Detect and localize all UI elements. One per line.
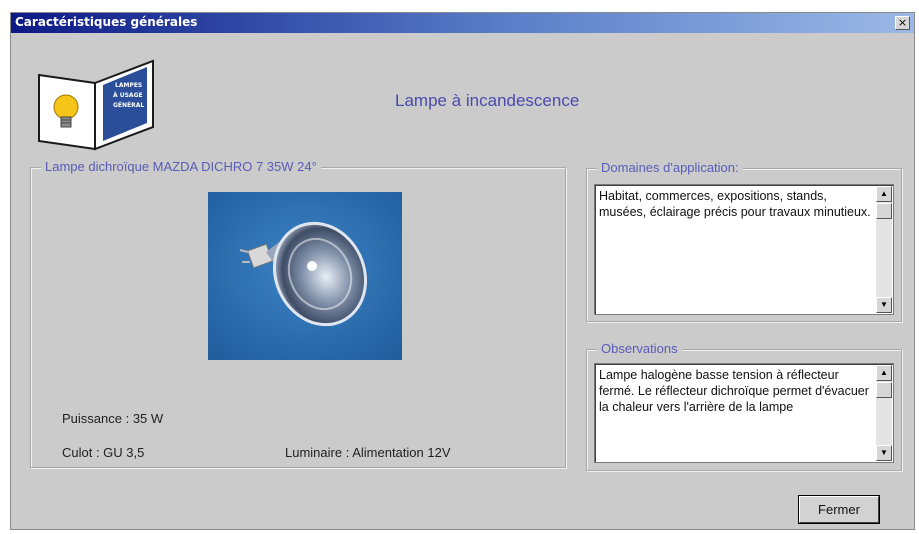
domaines-group: Domaines d'application: Habitat, commerc… bbox=[586, 160, 902, 322]
domaines-group-label: Domaines d'application: bbox=[597, 160, 743, 175]
observations-textarea[interactable]: Lampe halogène basse tension à réflecteu… bbox=[594, 363, 894, 463]
dichroic-lamp-image bbox=[208, 192, 402, 360]
observations-group: Observations Lampe halogène basse tensio… bbox=[586, 341, 902, 471]
book-text-line-3: GÉNÉRAL bbox=[113, 101, 144, 109]
close-button[interactable]: Fermer bbox=[798, 495, 880, 524]
domaines-text: Habitat, commerces, expositions, stands,… bbox=[599, 189, 871, 219]
scroll-thumb[interactable] bbox=[876, 382, 892, 398]
scroll-thumb[interactable] bbox=[876, 203, 892, 219]
product-group: Lampe dichroïque MAZDA DICHRO 7 35W 24° bbox=[30, 159, 566, 468]
title-bar[interactable]: Caractéristiques générales × bbox=[11, 13, 914, 33]
puissance-text: Puissance : 35 W bbox=[62, 411, 164, 426]
book-lightbulb-icon: LAMPES À USAGE GÉNÉRAL bbox=[38, 59, 154, 151]
dialog-window: Caractéristiques générales × LAMPES À US… bbox=[10, 12, 915, 530]
close-window-button[interactable]: × bbox=[895, 16, 910, 30]
book-text-line-1: LAMPES bbox=[115, 82, 142, 89]
observations-text: Lampe halogène basse tension à réflecteu… bbox=[599, 368, 869, 414]
product-group-label: Lampe dichroïque MAZDA DICHRO 7 35W 24° bbox=[41, 159, 321, 174]
observations-scrollbar[interactable]: ▲ ▼ bbox=[876, 365, 892, 461]
book-text-line-2: À USAGE bbox=[113, 92, 143, 99]
window-title: Caractéristiques générales bbox=[15, 15, 198, 29]
scroll-down-icon[interactable]: ▼ bbox=[876, 445, 892, 461]
luminaire-text: Luminaire : Alimentation 12V bbox=[285, 445, 451, 460]
observations-group-label: Observations bbox=[597, 341, 682, 356]
domaines-scrollbar[interactable]: ▲ ▼ bbox=[876, 186, 892, 313]
scroll-down-icon[interactable]: ▼ bbox=[876, 297, 892, 313]
page-title: Lampe à incandescence bbox=[395, 91, 580, 110]
scroll-up-icon[interactable]: ▲ bbox=[876, 365, 892, 381]
domaines-textarea[interactable]: Habitat, commerces, expositions, stands,… bbox=[594, 184, 894, 315]
scroll-up-icon[interactable]: ▲ bbox=[876, 186, 892, 202]
lamp-photo bbox=[208, 192, 402, 360]
culot-text: Culot : GU 3,5 bbox=[62, 445, 145, 460]
